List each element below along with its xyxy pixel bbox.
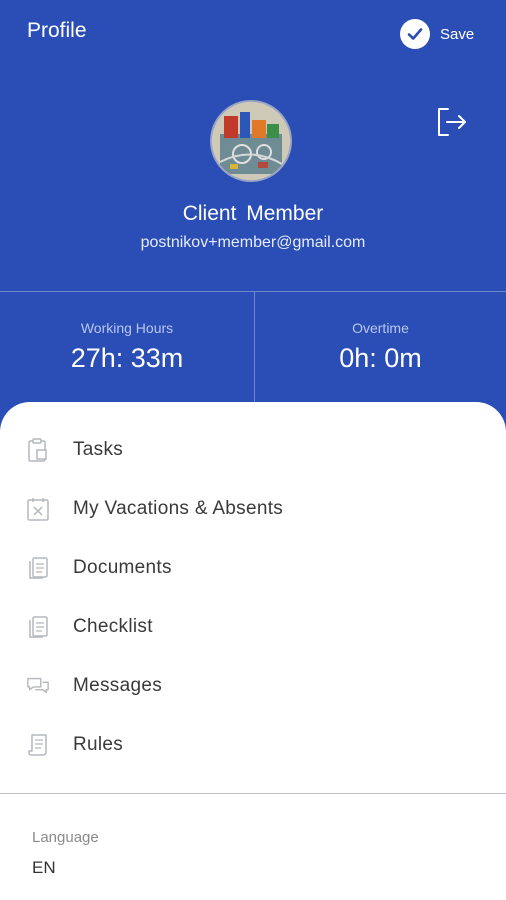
menu-item-rules[interactable]: Rules <box>0 720 506 770</box>
menu-item-documents[interactable]: Documents <box>0 543 506 593</box>
menu-item-vacations[interactable]: My Vacations & Absents <box>0 484 506 534</box>
menu-item-checklist[interactable]: Checklist <box>0 602 506 652</box>
menu-item-messages[interactable]: Messages <box>0 661 506 711</box>
menu-label-tasks: Tasks <box>73 439 124 460</box>
menu-label-messages: Messages <box>73 675 162 696</box>
profile-email: postnikov+member@gmail.com <box>140 234 366 251</box>
calendar-x-icon <box>26 496 50 522</box>
page-title: Profile <box>27 19 87 42</box>
avatar[interactable] <box>212 102 290 180</box>
language-label: Language <box>32 829 99 846</box>
stats-divider-horizontal <box>0 291 506 292</box>
menu-label-checklist: Checklist <box>73 616 153 637</box>
profile-header: Profile Save Client Member postnikov+mem… <box>0 0 506 430</box>
language-value[interactable]: EN <box>32 858 56 878</box>
messages-icon <box>26 673 50 699</box>
save-label: Save <box>440 25 475 43</box>
menu-label-vacations: My Vacations & Absents <box>73 498 284 519</box>
save-button[interactable]: Save <box>400 18 474 50</box>
working-hours-value: 27h: 33m <box>70 343 184 373</box>
menu-label-documents: Documents <box>73 557 172 578</box>
checklist-icon <box>26 614 50 640</box>
overtime-value: 0h: 0m <box>339 343 422 373</box>
menu-item-tasks[interactable]: Tasks <box>0 425 506 475</box>
check-icon <box>400 19 430 49</box>
logout-icon[interactable] <box>434 104 470 140</box>
section-divider <box>0 793 506 794</box>
clipboard-icon <box>26 437 50 463</box>
rules-icon <box>26 732 50 758</box>
working-hours-label: Working Hours <box>80 320 174 336</box>
profile-name: Client Member <box>182 202 324 225</box>
menu-label-rules: Rules <box>73 734 124 755</box>
documents-icon <box>26 555 50 581</box>
overtime-label: Overtime <box>352 320 409 336</box>
